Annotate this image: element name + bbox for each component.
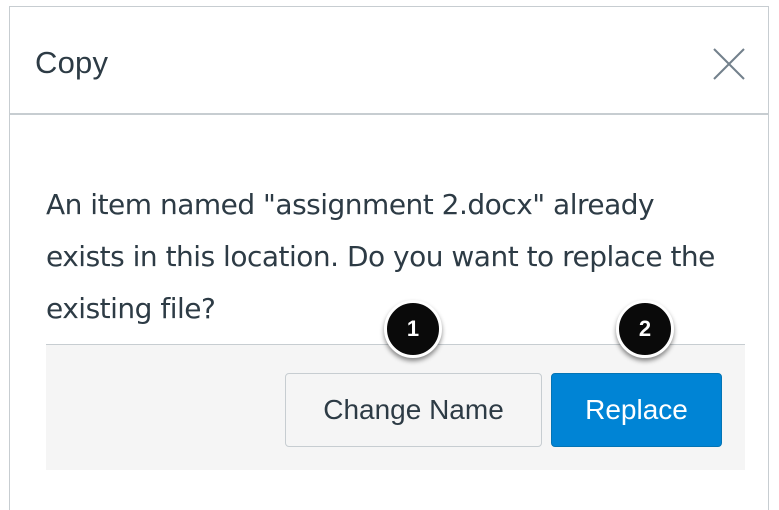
message-line: existing file? <box>46 292 216 325</box>
dialog-header: Copy <box>10 7 768 115</box>
callout-badge-2: 2 <box>616 300 674 358</box>
message-line: exists in this location. Do you want to … <box>46 240 715 273</box>
close-icon <box>713 48 745 80</box>
close-button[interactable] <box>708 43 750 85</box>
callout-badge-1: 1 <box>384 300 442 358</box>
dialog-footer: Change Name Replace <box>46 344 745 470</box>
change-name-button[interactable]: Change Name <box>285 373 542 447</box>
replace-button[interactable]: Replace <box>551 373 722 447</box>
message-line: An item named "assignment 2.docx" alread… <box>46 188 655 221</box>
dialog-title: Copy <box>35 45 109 80</box>
copy-dialog: Copy An item named "assignment 2.docx" a… <box>9 6 769 510</box>
